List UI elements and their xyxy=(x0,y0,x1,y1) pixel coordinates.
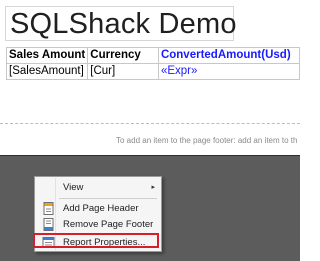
cell-sales-amount[interactable]: [SalesAmount] xyxy=(5,63,89,80)
tablix-detail-row: [SalesAmount] [Cur] «Expr» xyxy=(5,63,301,80)
menu-item-add-page-header[interactable]: Add Page Header xyxy=(37,200,159,217)
menu-item-remove-page-footer[interactable]: Remove Page Footer xyxy=(37,216,159,233)
header-sales-amount[interactable]: Sales Amount xyxy=(5,47,89,64)
report-body[interactable]: SQLShack Demo Sales Amount Currency Conv… xyxy=(0,0,301,123)
highlight-annotation-box xyxy=(33,233,159,248)
menu-separator xyxy=(59,198,157,199)
report-title: SQLShack Demo xyxy=(10,8,237,40)
menu-item-label: Add Page Header xyxy=(63,203,139,214)
cell-currency[interactable]: [Cur] xyxy=(87,63,159,80)
page-header-icon xyxy=(42,202,55,215)
report-title-textbox[interactable]: SQLShack Demo xyxy=(5,6,237,41)
menu-item-label: Remove Page Footer xyxy=(63,219,154,230)
cell-converted-expr[interactable]: «Expr» xyxy=(157,63,301,80)
menu-item-label: View xyxy=(63,182,84,193)
menu-item-view[interactable]: View ▸ xyxy=(37,179,159,196)
header-currency[interactable]: Currency xyxy=(87,47,159,64)
header-converted-amount[interactable]: ConvertedAmount(Usd) xyxy=(157,47,301,64)
report-tablix[interactable]: Sales Amount Currency ConvertedAmount(Us… xyxy=(5,47,301,80)
tablix-header-row: Sales Amount Currency ConvertedAmount(Us… xyxy=(5,47,301,64)
submenu-arrow-icon: ▸ xyxy=(151,184,155,191)
footer-hint-text: To add an item to the page footer: add a… xyxy=(116,136,298,145)
page-footer[interactable]: To add an item to the page footer: add a… xyxy=(0,123,300,156)
page-footer-icon xyxy=(42,218,55,231)
